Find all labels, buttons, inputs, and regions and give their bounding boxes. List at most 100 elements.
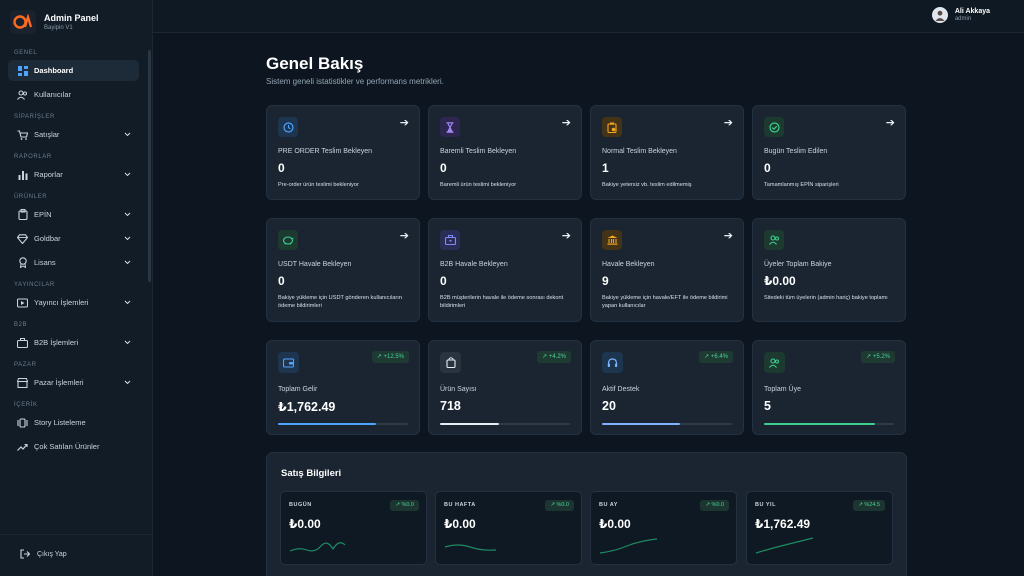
card-value: 9	[602, 274, 609, 288]
avatar	[931, 7, 948, 23]
page-subtitle: Sistem geneli istatistikler ve performan…	[266, 77, 444, 86]
arrow-right-icon[interactable]: ➔	[400, 229, 409, 242]
status-card-transfer[interactable]: ➔ Havale Bekleyen 9 Bakiye yükleme için …	[590, 218, 744, 322]
topbar: Ali Akkaya admin	[153, 0, 1024, 33]
progress-track	[278, 423, 408, 425]
progress-fill	[602, 423, 680, 425]
status-card-total-balance[interactable]: Üyeler Toplam Bakiye ₺0.00 Sitedeki tüm …	[752, 218, 906, 322]
license-icon	[17, 257, 28, 268]
sidebar-item-label: Goldbar	[34, 234, 61, 243]
sidebar-item-sales[interactable]: Satışlar	[8, 124, 139, 145]
stat-card-total-members[interactable]: ↗ +5.2% Toplam Üye 5	[752, 340, 906, 435]
stat-value: 20	[602, 399, 616, 413]
card-value: 0	[278, 161, 285, 175]
growth-badge: ↗ +4.2%	[537, 351, 571, 363]
logout-icon	[20, 549, 30, 559]
brand-logo	[10, 10, 36, 34]
brand[interactable]: Admin Panel Bayipin V1	[10, 10, 99, 34]
stat-card-active-support[interactable]: ↗ +6.4% Aktif Destek 20	[590, 340, 744, 435]
sidebar-item-epin[interactable]: EPİN	[8, 204, 139, 225]
growth-badge: ↗ %24.5	[853, 500, 885, 511]
status-card-delivered-today[interactable]: ➔ Bugün Teslim Edilen 0 Tamamlanmış EPİN…	[752, 105, 906, 200]
logout-button[interactable]: Çıkış Yap	[8, 544, 138, 564]
card-value: 0	[440, 274, 447, 288]
card-title: Üyeler Toplam Bakiye	[764, 261, 832, 268]
story-icon	[17, 417, 28, 428]
card-description: B2B müşterilerin havale ile ödeme sonras…	[440, 295, 564, 309]
sidebar-item-users[interactable]: Kullanıcılar	[8, 84, 139, 105]
card-description: Bakiye yükleme için havale/EFT ile ödeme…	[602, 295, 728, 309]
sales-card-month[interactable]: BU AY ↗ %0.0 ₺0.00	[590, 491, 737, 565]
sidebar-nav: GENEL Dashboard Kullanıcılar SİPARİŞLER …	[0, 46, 146, 457]
sidebar-item-streamers[interactable]: Yayıncı İşlemleri	[8, 292, 139, 313]
sidebar-item-best-sellers[interactable]: Çok Satılan Ürünler	[8, 436, 139, 457]
stat-value: 718	[440, 399, 461, 413]
sidebar-item-b2b[interactable]: B2B İşlemleri	[8, 332, 139, 353]
sales-card-today[interactable]: BUGÜN ↗ %0.0 ₺0.00	[280, 491, 427, 565]
chevron-down-icon	[124, 234, 131, 243]
status-card-normal[interactable]: ➔ Normal Teslim Bekleyen 1 Bakiye yeters…	[590, 105, 744, 200]
bank-icon	[602, 230, 622, 250]
piggy-bank-icon	[278, 230, 298, 250]
status-card-b2b[interactable]: ➔ B2B Havale Bekleyen 0 B2B müşterilerin…	[428, 218, 582, 322]
sparkline	[755, 537, 814, 554]
arrow-right-icon[interactable]: ➔	[400, 116, 409, 129]
card-title: Normal Teslim Bekleyen	[602, 148, 677, 155]
chevron-down-icon	[124, 298, 131, 307]
arrow-right-icon[interactable]: ➔	[562, 229, 571, 242]
arrow-right-icon[interactable]: ➔	[724, 116, 733, 129]
arrow-right-icon[interactable]: ➔	[724, 229, 733, 242]
stat-card-product-count[interactable]: ↗ +4.2% Ürün Sayısı 718	[428, 340, 582, 435]
chevron-down-icon	[124, 258, 131, 267]
sidebar-item-reports[interactable]: Raporlar	[8, 164, 139, 185]
brand-subtitle: Bayipin V1	[44, 25, 73, 31]
user-role: admin	[954, 16, 972, 22]
card-title: USDT Havale Bekleyen	[278, 261, 352, 268]
video-icon	[17, 297, 28, 308]
users-icon	[764, 230, 784, 250]
divider	[0, 534, 153, 535]
sidebar-item-label: Dashboard	[34, 66, 74, 75]
status-card-preorder[interactable]: ➔ PRE ORDER Teslim Bekleyen 0 Pre-order …	[266, 105, 420, 200]
chevron-down-icon	[124, 378, 131, 387]
arrow-right-icon[interactable]: ➔	[562, 116, 571, 129]
sidebar-item-label: Pazar İşlemleri	[34, 378, 84, 387]
progress-fill	[278, 423, 376, 425]
progress-track	[602, 423, 732, 425]
user-menu[interactable]: Ali Akkaya admin	[931, 7, 990, 23]
status-card-baremli[interactable]: ➔ Baremli Teslim Bekleyen 0 Baremli ürün…	[428, 105, 582, 200]
hourglass-icon	[440, 117, 460, 137]
sidebar-item-label: Yayıncı İşlemleri	[34, 298, 89, 307]
check-circle-icon	[764, 117, 784, 137]
stat-value: 5	[764, 399, 771, 413]
users-icon	[764, 352, 785, 373]
sidebar-item-label: EPİN	[34, 210, 52, 219]
progress-track	[764, 423, 894, 425]
briefcase-icon	[440, 230, 460, 250]
sidebar-item-dashboard[interactable]: Dashboard	[8, 60, 139, 81]
stat-card-total-revenue[interactable]: ↗ +12.5% Toplam Gelir ₺1,762.49	[266, 340, 420, 435]
clock-icon	[278, 117, 298, 137]
trending-icon	[17, 441, 28, 452]
sales-card-year[interactable]: BU YIL ↗ %24.5 ₺1,762.49	[746, 491, 893, 565]
stat-title: Toplam Üye	[764, 386, 801, 393]
card-description: Tamamlanmış EPİN siparişleri	[764, 182, 839, 188]
headset-icon	[602, 352, 623, 373]
sidebar-item-license[interactable]: Lisans	[8, 252, 139, 273]
progress-track	[440, 423, 570, 425]
sales-title: Satış Bilgileri	[281, 468, 342, 479]
stat-title: Aktif Destek	[602, 386, 640, 393]
sales-card-week[interactable]: BU HAFTA ↗ %0.0 ₺0.00	[435, 491, 582, 565]
nav-section-label: B2B	[14, 322, 28, 328]
sidebar-item-label: Story Listeleme	[34, 418, 86, 427]
brand-title: Admin Panel	[44, 13, 99, 23]
nav-section-label: SİPARİŞLER	[14, 114, 55, 120]
status-card-usdt[interactable]: ➔ USDT Havale Bekleyen 0 Bakiye yükleme …	[266, 218, 420, 322]
sidebar-item-goldbar[interactable]: Goldbar	[8, 228, 139, 249]
sidebar-item-market[interactable]: Pazar İşlemleri	[8, 372, 139, 393]
sidebar-scrollbar[interactable]	[148, 50, 151, 282]
arrow-right-icon[interactable]: ➔	[886, 116, 895, 129]
sidebar-item-story-list[interactable]: Story Listeleme	[8, 412, 139, 433]
page-title: Genel Bakış	[266, 54, 364, 73]
dashboard-icon	[17, 65, 28, 76]
